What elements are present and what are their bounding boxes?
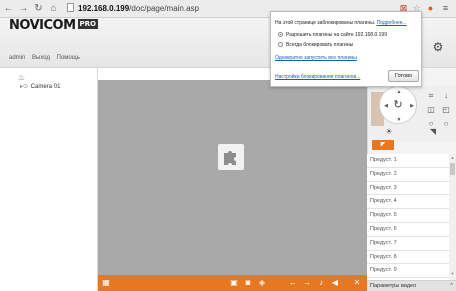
preview-icon[interactable]: ▣	[229, 278, 239, 288]
focus-near-icon[interactable]: ◫	[426, 105, 436, 114]
radio-allow[interactable]	[278, 32, 283, 37]
ptz-up-icon[interactable]: ▲	[395, 89, 403, 95]
device-group-icon[interactable]: ♨	[18, 73, 25, 82]
list-item[interactable]: Предуст. 8	[367, 251, 449, 265]
fullscreen-icon[interactable]: ✕	[352, 278, 362, 288]
plugin-blocked-popup: На этой странице заблокированы плагины. …	[270, 11, 422, 87]
list-item[interactable]: Предуст. 6	[367, 223, 449, 237]
prev-icon[interactable]: ←	[288, 278, 298, 288]
run-once-link[interactable]: Однократно запустить все плагины	[275, 55, 357, 61]
list-item[interactable]: Предуст. 4	[367, 195, 449, 210]
extension-icon[interactable]: ●	[425, 3, 436, 14]
zoom-in-icon[interactable]: ⌗	[426, 91, 436, 101]
record-icon[interactable]: ◈	[257, 278, 267, 288]
option-block-label: Всегда блокировать плагины	[286, 42, 354, 48]
forward-arrow-icon[interactable]: →	[18, 3, 29, 14]
done-button[interactable]: Готово	[388, 70, 419, 82]
url-host: 192.168.0.199	[78, 4, 130, 13]
popup-message-text: На этой странице заблокированы плагины.	[275, 20, 376, 26]
zoom-out-icon[interactable]: ↓	[441, 91, 451, 100]
ptz-left-icon[interactable]: ◀	[382, 103, 390, 109]
video-settings-bar[interactable]: Параметры видео ^	[367, 280, 456, 291]
missing-plugin-icon	[218, 144, 244, 170]
menu-logout[interactable]: Выход	[32, 55, 50, 61]
volume-icon[interactable]: ◀	[330, 278, 340, 288]
preset-call-button[interactable]: ◤	[372, 140, 394, 150]
chevron-up-icon[interactable]: ^	[450, 281, 453, 291]
radio-block[interactable]	[278, 42, 283, 47]
logo-brand: NOVICOM	[9, 18, 76, 33]
scroll-up-icon[interactable]: ▲	[449, 155, 456, 160]
scroll-thumb[interactable]	[450, 163, 455, 175]
home-icon[interactable]: ⌂	[48, 3, 59, 14]
snapshot-icon[interactable]: ◙	[243, 278, 253, 288]
light-icon[interactable]: ☀	[384, 127, 394, 136]
microphone-icon[interactable]: ♪	[316, 278, 326, 288]
option-block[interactable]: Всегда блокировать плагины	[278, 42, 353, 48]
option-allow[interactable]: Разрешить плагины на сайте 192.168.0.199	[278, 32, 387, 38]
url-path: /doc/page/main.asp	[129, 4, 199, 13]
gear-icon[interactable]: ⚙	[432, 41, 444, 53]
camera-icon: ▸⊙	[20, 84, 29, 90]
reload-icon[interactable]: ↻	[33, 3, 44, 14]
device-tree-panel: ♨ ▸⊙ Camera 01	[0, 68, 98, 291]
tree-item-camera[interactable]: ▸⊙ Camera 01	[20, 83, 60, 90]
scroll-down-icon[interactable]: ▼	[449, 271, 456, 276]
list-item[interactable]: Предуст. 5	[367, 209, 449, 223]
option-allow-label: Разрешить плагины на сайте 192.168.0.199	[286, 32, 387, 38]
preset-list: Предуст. 1 Предуст. 2 Предуст. 3 Предуст…	[367, 154, 449, 280]
plugin-settings-link[interactable]: Настройки блокирования плагинов...	[275, 74, 360, 80]
video-toolbar: ▦ ▣ ◙ ◈ ← → ♪ ◀ ✕	[98, 275, 367, 291]
iris-close-icon[interactable]: ○	[441, 119, 451, 128]
video-settings-label: Параметры видео	[370, 283, 417, 289]
camera-label: Camera 01	[30, 84, 61, 90]
back-arrow-icon[interactable]: ←	[3, 3, 14, 14]
list-item[interactable]: Предуст. 7	[367, 237, 449, 251]
video-viewport[interactable]	[98, 80, 367, 275]
popup-message: На этой странице заблокированы плагины. …	[275, 20, 420, 26]
app-window: ← → ↻ ⌂ 192.168.0.199/doc/page/main.asp …	[0, 0, 456, 291]
wiper-icon[interactable]: ◥	[428, 127, 438, 136]
next-icon[interactable]: →	[302, 278, 312, 288]
ptz-right-icon[interactable]: ▶	[408, 103, 416, 109]
ptz-auto-icon[interactable]: ↻	[391, 98, 405, 112]
browser-menu-icon[interactable]: ≡	[440, 3, 451, 14]
ptz-direction-pad[interactable]: ▲ ▼ ◀ ▶ ↻	[379, 86, 417, 124]
page-icon	[67, 3, 74, 12]
list-item[interactable]: Предуст. 3	[367, 182, 449, 196]
focus-far-icon[interactable]: ◰	[441, 105, 451, 114]
list-item[interactable]: Предуст. 1	[367, 154, 449, 168]
menu-help[interactable]: Помощь	[57, 55, 80, 61]
logo-badge: PRO	[77, 19, 98, 29]
logo: NOVICOM PRO	[9, 18, 98, 33]
list-item[interactable]: Предуст. 2	[367, 168, 449, 182]
top-menu: admin Выход Помощь	[9, 55, 85, 61]
menu-user[interactable]: admin	[9, 55, 25, 61]
list-item[interactable]: Предуст. 9	[367, 264, 449, 279]
ptz-down-icon[interactable]: ▼	[395, 117, 403, 123]
more-link[interactable]: Подробнее...	[377, 20, 407, 26]
layout-grid-icon[interactable]: ▦	[101, 278, 111, 288]
preset-scrollbar[interactable]: ▲ ▼	[449, 154, 456, 280]
